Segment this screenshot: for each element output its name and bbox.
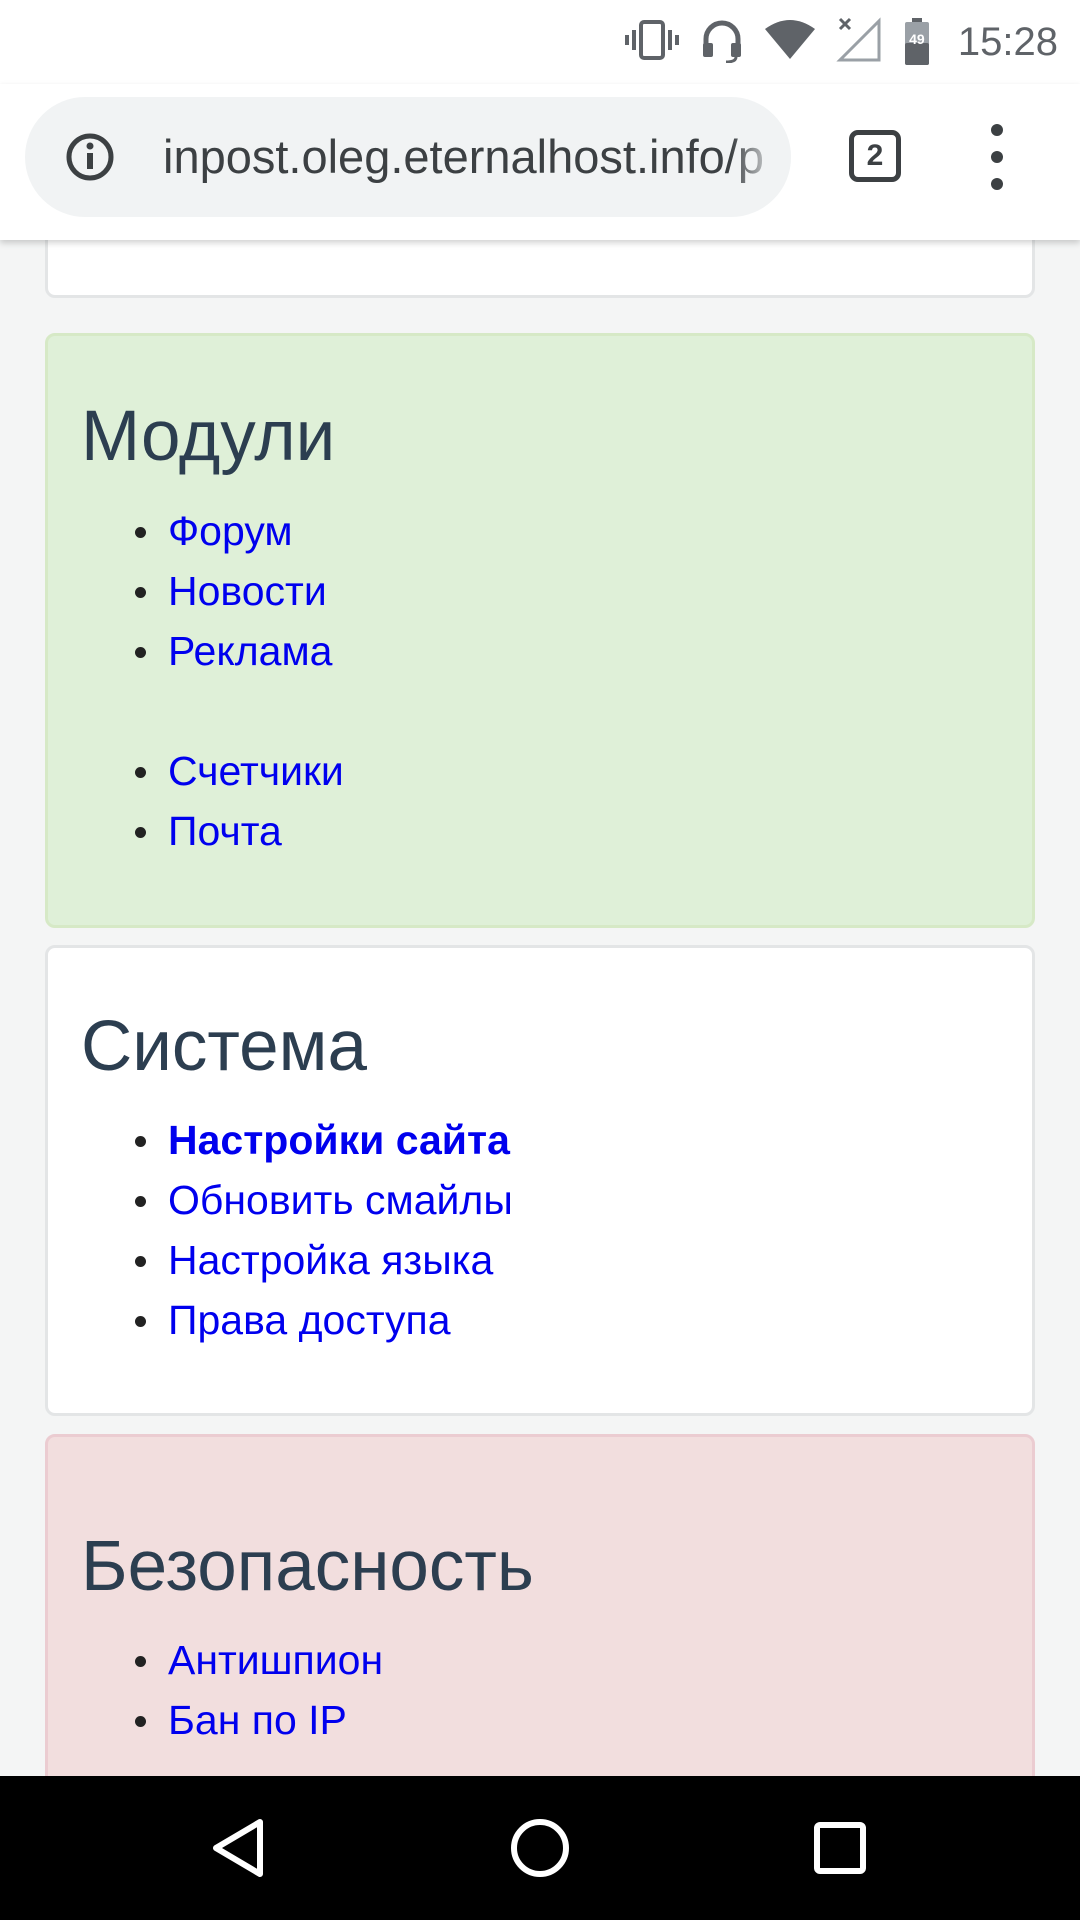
list-item: Настройка языка [135,1230,513,1290]
signal-off-icon [836,17,882,67]
link-update-smileys[interactable]: Обновить смайлы [168,1177,513,1223]
modules-title: Модули [81,397,336,476]
list-item: Форум [135,501,344,561]
clock: 15:28 [957,19,1058,64]
link-ip-ban[interactable]: Бан по IP [168,1697,347,1743]
list-item: Права доступа [135,1290,513,1350]
browser-toolbar: inpost.oleg.eternalhost.info/p 2 [0,84,1080,240]
system-title: Система [81,1007,367,1086]
recents-icon[interactable] [808,1816,872,1880]
link-access-rights[interactable]: Права доступа [168,1297,451,1343]
link-news[interactable]: Новости [168,568,327,614]
list-item: Счетчики [135,741,344,801]
list-item: Обновить смайлы [135,1170,513,1230]
url-fade [731,97,791,217]
list-item: Новости [135,561,344,621]
navigation-bar [0,1776,1080,1920]
link-site-settings[interactable]: Настройки сайта [168,1117,510,1163]
system-list: Настройки сайта Обновить смайлы Настройк… [135,1110,513,1350]
menu-dot [991,151,1003,163]
previous-card [45,240,1035,298]
menu-dot [991,178,1003,190]
home-icon[interactable] [508,1816,572,1880]
modules-list: Форум Новости Реклама Счетчики Почта [135,501,344,861]
vibrate-icon [624,18,680,66]
link-mail[interactable]: Почта [168,808,282,854]
list-item: Антишпион [134,1630,383,1690]
wifi-icon [764,19,816,65]
list-item: Бан по IP [134,1690,383,1750]
headset-icon [700,17,744,67]
security-list: Антишпион Бан по IP [134,1630,383,1750]
security-title: Безопасность [81,1527,534,1606]
battery-level: 49 [909,31,925,47]
url-text[interactable]: inpost.oleg.eternalhost.info/p [163,97,765,217]
page-content: Модули Форум Новости Реклама Счетчики По… [0,240,1080,1776]
menu-dot [991,124,1003,136]
tab-count: 2 [866,139,884,172]
modules-panel: Модули Форум Новости Реклама Счетчики По… [45,333,1035,928]
system-panel: Система Настройки сайта Обновить смайлы … [45,945,1035,1416]
info-icon[interactable] [65,132,115,186]
list-item: Реклама [135,621,344,681]
link-language-settings[interactable]: Настройка языка [168,1237,493,1283]
overflow-menu-icon[interactable] [975,124,1019,190]
link-antispy[interactable]: Антишпион [168,1637,383,1683]
list-item: Почта [135,801,344,861]
status-bar: 49 15:28 [0,0,1080,84]
link-ads[interactable]: Реклама [168,628,332,674]
status-icons: 49 15:28 [624,0,1058,84]
tab-switcher-icon[interactable]: 2 [849,130,901,182]
link-counters[interactable]: Счетчики [168,748,344,794]
back-icon[interactable] [208,1816,272,1880]
battery-icon: 49 [902,17,932,67]
address-bar[interactable]: inpost.oleg.eternalhost.info/p [25,97,791,217]
link-forum[interactable]: Форум [168,508,293,554]
list-item: Настройки сайта [135,1110,513,1170]
security-panel: Безопасность Антишпион Бан по IP [45,1434,1035,1776]
